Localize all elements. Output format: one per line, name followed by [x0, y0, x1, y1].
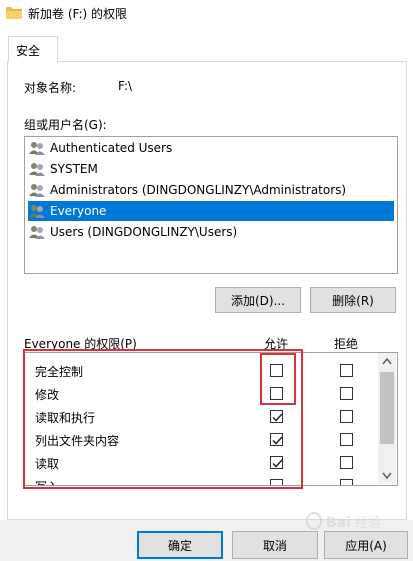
user-list[interactable]: Authenticated Users SYSTEM Administrator… [24, 136, 398, 274]
deny-checkbox[interactable] [340, 387, 353, 400]
users-icon [29, 226, 45, 239]
user-item-administrators[interactable]: Administrators (DINGDONGLINZY\Administra… [28, 180, 394, 200]
remove-button[interactable]: 删除(R) [310, 287, 396, 313]
user-name: SYSTEM [50, 162, 98, 176]
deny-checkbox[interactable] [340, 456, 353, 469]
add-button[interactable]: 添加(D)... [215, 287, 301, 313]
baidu-watermark-logo: Bai 经验 [306, 512, 381, 531]
user-name: Administrators (DINGDONGLINZY\Administra… [50, 183, 347, 197]
object-name-label: 对象名称: [24, 81, 77, 95]
deny-checkbox[interactable] [340, 479, 353, 485]
object-name-value: F:\ [118, 79, 133, 93]
user-item-system[interactable]: SYSTEM [28, 159, 394, 179]
ok-button[interactable]: 确定 [137, 531, 223, 559]
scroll-down-icon[interactable] [378, 467, 396, 484]
title-bar: 新加卷 (F:) 的权限 [0, 0, 413, 26]
user-name: Everyone [48, 203, 109, 219]
folder-icon [6, 7, 22, 19]
user-name: Authenticated Users [50, 141, 173, 155]
deny-checkbox[interactable] [340, 364, 353, 377]
user-item-everyone[interactable]: Everyone [28, 201, 394, 221]
annotation-box-allow [260, 353, 296, 405]
scroll-up-icon[interactable] [378, 353, 396, 370]
deny-header: 拒绝 [334, 337, 359, 351]
users-icon [29, 142, 45, 155]
svg-text:Bai: Bai [326, 515, 351, 531]
groups-label: 组或用户名(G): [24, 118, 107, 132]
tab-security[interactable]: 安全 [8, 36, 58, 63]
users-icon [29, 163, 45, 176]
svg-text:经验: 经验 [355, 515, 381, 531]
permissions-scrollbar[interactable] [378, 353, 396, 484]
user-item-users[interactable]: Users (DINGDONGLINZY\Users) [28, 222, 394, 242]
user-name: Users (DINGDONGLINZY\Users) [50, 225, 238, 239]
scroll-thumb[interactable] [380, 372, 394, 444]
tab-label: 安全 [16, 44, 41, 58]
users-icon [29, 205, 45, 218]
user-item-authenticated-users[interactable]: Authenticated Users [28, 138, 394, 158]
deny-checkbox[interactable] [340, 433, 353, 446]
users-icon [29, 184, 45, 197]
window-title: 新加卷 (F:) 的权限 [28, 7, 128, 21]
deny-checkbox[interactable] [340, 410, 353, 423]
